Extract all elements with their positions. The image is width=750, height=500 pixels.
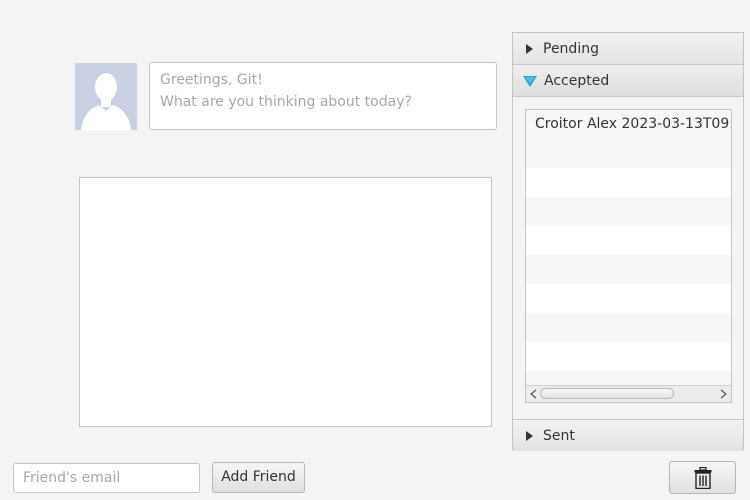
sent-pane-header[interactable]: Sent [513,419,743,451]
pending-pane-header[interactable]: Pending [513,33,743,65]
horizontal-scrollbar[interactable] [526,385,731,402]
friend-email-placeholder: Friend's email [23,470,121,486]
list-item-empty [526,168,731,197]
triangle-right-icon [526,430,533,441]
post-prompt: What are you thinking about today? [160,94,412,110]
accepted-friends-list[interactable]: Croitor Alex 2023-03-13T09:1 [525,109,732,403]
triangle-down-icon [523,75,537,87]
list-item-empty [526,197,731,226]
list-item-empty [526,284,731,313]
post-greeting: Greetings, Git! [160,72,263,88]
friends-accordion: Pending Accepted Croitor Alex 2023-03-13… [512,32,744,451]
scroll-left-icon[interactable] [528,388,540,400]
user-silhouette-icon [75,63,137,130]
list-item-empty [526,255,731,284]
pending-label: Pending [543,40,599,57]
list-item[interactable]: Croitor Alex 2023-03-13T09:1 [526,110,731,139]
accepted-pane-content: Croitor Alex 2023-03-13T09:1 [513,97,743,421]
post-textarea[interactable]: Greetings, Git! What are you thinking ab… [149,62,497,130]
scroll-right-icon[interactable] [717,388,729,400]
list-item-empty [526,139,731,168]
friend-email-field[interactable]: Friend's email [13,463,200,493]
feed-area[interactable] [79,177,492,427]
trash-icon [694,466,711,489]
delete-button[interactable] [669,461,736,494]
avatar [75,63,137,130]
triangle-right-icon [526,43,533,54]
sent-label: Sent [543,427,575,444]
list-item-empty [526,226,731,255]
accepted-pane-header[interactable]: Accepted [513,65,743,97]
add-friend-button[interactable]: Add Friend [212,462,305,493]
list-item-empty [526,342,731,371]
list-item-empty [526,313,731,342]
scrollbar-thumb[interactable] [540,388,674,399]
list-item-label: Croitor Alex 2023-03-13T09:1 [535,116,731,132]
accepted-label: Accepted [544,72,610,89]
